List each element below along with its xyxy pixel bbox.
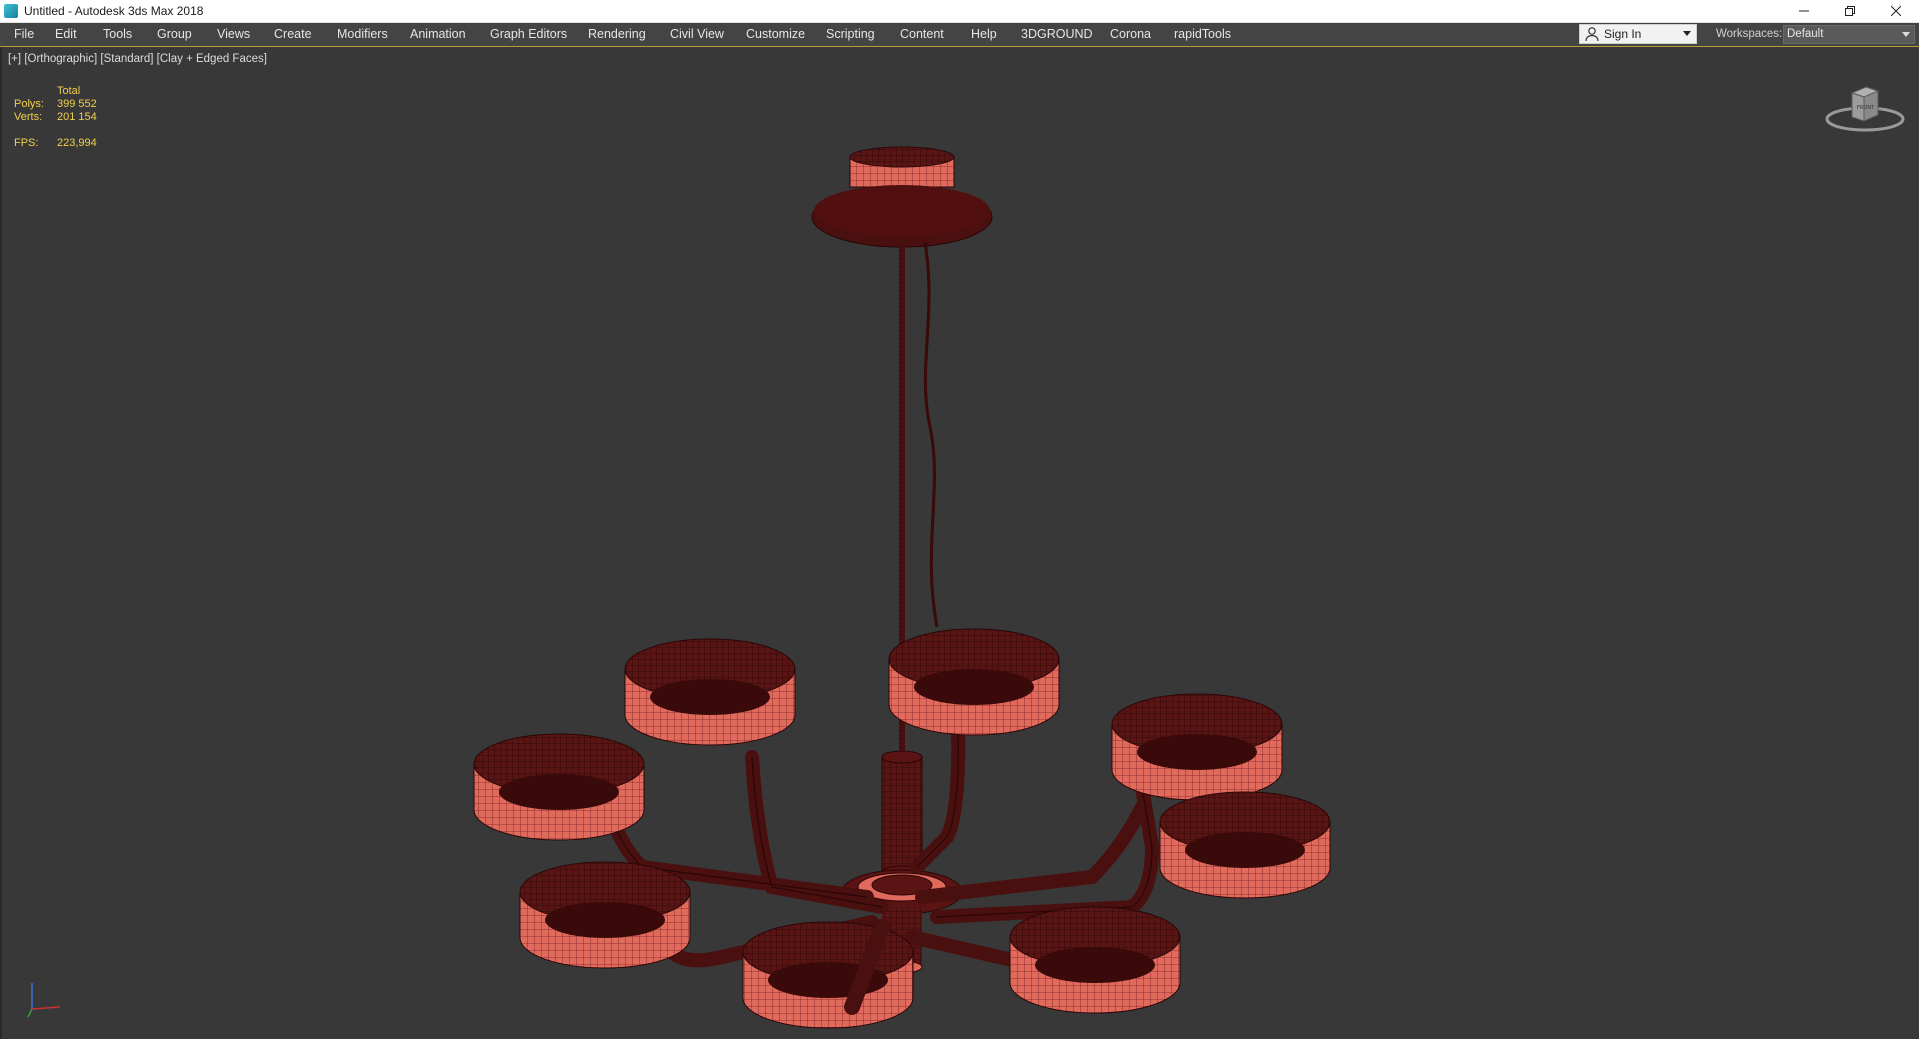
menu-modifiers[interactable]: Modifiers — [337, 23, 388, 46]
menu-edit[interactable]: Edit — [55, 23, 77, 46]
rod — [899, 242, 905, 812]
viewcube-icon[interactable]: FRONT — [1822, 81, 1908, 137]
restore-icon — [1845, 6, 1855, 16]
menu-graph-editors[interactable]: Graph Editors — [490, 23, 567, 46]
menu-animation[interactable]: Animation — [410, 23, 466, 46]
menu-group[interactable]: Group — [157, 23, 192, 46]
menu-views[interactable]: Views — [217, 23, 250, 46]
workspaces-value: Default — [1787, 28, 1824, 40]
menu-tools[interactable]: Tools — [103, 23, 132, 46]
menu-help[interactable]: Help — [971, 23, 997, 46]
stats-polys-value: 399 552 — [57, 98, 97, 110]
stats-verts-value: 201 154 — [57, 111, 97, 123]
menu-corona[interactable]: Corona — [1110, 23, 1151, 46]
menu-civil-view[interactable]: Civil View — [670, 23, 724, 46]
shade-left — [473, 733, 645, 841]
chevron-down-icon — [1902, 32, 1910, 37]
app-icon — [4, 4, 18, 18]
close-button[interactable] — [1873, 0, 1919, 22]
stats-fps-label: FPS: — [14, 137, 39, 149]
viewport-menu-plus[interactable]: [+] — [8, 53, 21, 65]
window-controls — [1781, 0, 1919, 22]
shade-back-center — [888, 628, 1060, 736]
viewport-menu-shading[interactable]: [Standard] — [100, 53, 153, 65]
viewcube-label: FRONT — [1857, 105, 1875, 111]
viewport-label: [+] [Orthographic] [Standard] [Clay + Ed… — [8, 53, 267, 65]
chevron-down-icon[interactable] — [1683, 31, 1691, 36]
menu-rapidtools[interactable]: rapidTools — [1174, 23, 1231, 46]
workspaces-label: Workspaces: — [1716, 28, 1783, 40]
shade-front-right — [1009, 906, 1181, 1014]
window-title: Untitled - Autodesk 3ds Max 2018 — [24, 4, 204, 18]
minimize-icon — [1799, 10, 1809, 12]
menu-content[interactable]: Content — [900, 23, 944, 46]
sign-in-button[interactable]: Sign In — [1579, 24, 1697, 44]
menu-bar: File Edit Tools Group Views Create Modif… — [0, 23, 1919, 47]
shade-front-left — [519, 861, 691, 969]
minimize-button[interactable] — [1781, 0, 1827, 22]
viewport-orthographic[interactable]: [+] [Orthographic] [Standard] [Clay + Ed… — [0, 47, 1919, 1039]
viewport-menu-view[interactable]: [Orthographic] — [24, 53, 97, 65]
menu-create[interactable]: Create — [274, 23, 312, 46]
sign-in-label: Sign In — [1604, 27, 1642, 41]
stats-polys-label: Polys: — [14, 98, 44, 110]
stats-verts-label: Verts: — [14, 111, 43, 123]
menu-scripting[interactable]: Scripting — [826, 23, 875, 46]
menu-3dground[interactable]: 3DGROUND — [1021, 23, 1093, 46]
menu-file[interactable]: File — [14, 23, 34, 46]
menu-customize[interactable]: Customize — [746, 23, 805, 46]
chandelier-model[interactable] — [2, 47, 1919, 1039]
cable — [923, 241, 939, 628]
stats-fps-value: 223,994 — [57, 137, 97, 149]
axis-tripod-icon — [27, 983, 61, 1018]
close-icon — [1891, 6, 1901, 16]
shade-back-left — [624, 638, 796, 746]
shade-right — [1159, 791, 1331, 899]
menu-rendering[interactable]: Rendering — [588, 23, 646, 46]
viewport-menu-display[interactable]: [Clay + Edged Faces] — [157, 53, 267, 65]
title-bar: Untitled - Autodesk 3ds Max 2018 — [0, 0, 1919, 23]
restore-button[interactable] — [1827, 0, 1873, 22]
stats-total-label: Total — [57, 85, 81, 97]
shade-front-center — [742, 921, 914, 1029]
user-icon — [1585, 27, 1599, 42]
workspaces-dropdown[interactable]: Default — [1783, 25, 1915, 44]
canopy — [811, 146, 993, 248]
shade-right-back — [1111, 693, 1283, 801]
